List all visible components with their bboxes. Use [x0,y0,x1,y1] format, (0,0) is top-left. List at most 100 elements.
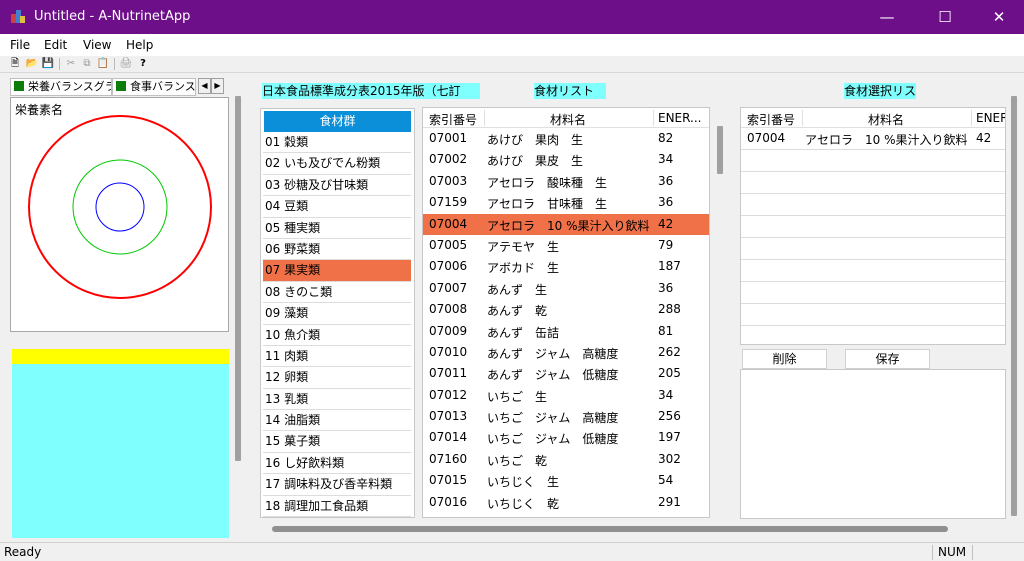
sel-column-index[interactable]: 索引番号 [747,111,795,128]
minimize-button[interactable]: — [864,0,910,34]
food-index-cell: 07006 [429,259,468,274]
food-energy-cell: 34 [658,152,674,167]
save-button[interactable]: 保存 [845,349,930,369]
status-bar: Ready NUM [0,542,1024,561]
food-group-item[interactable]: 08 きのこ類 [263,282,411,304]
column-index[interactable]: 索引番号 [429,111,477,128]
selection-row[interactable] [741,172,1005,194]
food-row[interactable]: 07010 あんず ジャム 高糖度 262 [423,342,709,363]
detail-panel [740,369,1006,519]
selection-row[interactable]: 07004 アセロラ 10 %果汁入り飲料 42 [741,128,1005,150]
food-index-cell: 07010 [429,344,468,359]
selection-row[interactable] [741,150,1005,172]
food-row[interactable]: 07006 アボカド 生 187 [423,256,709,277]
food-row[interactable]: 07011 あんず ジャム 低糖度 205 [423,363,709,384]
food-group-item[interactable]: 09 藻類 [263,303,411,325]
food-index-cell: 07159 [429,195,468,210]
food-group-item[interactable]: 06 野菜類 [263,239,411,261]
cut-icon[interactable]: ✂ [64,57,78,71]
selection-row[interactable] [741,260,1005,282]
food-index-cell: 07014 [429,430,468,445]
horizontal-scrollbar[interactable] [258,522,1008,536]
food-group-item[interactable]: 02 いも及びでん粉類 [263,153,411,175]
food-name-cell: アセロラ 10 %果汁入り飲料 [487,218,650,233]
tab-scroll-left-icon[interactable]: ◀ [198,78,211,94]
food-group-item[interactable]: 04 豆類 [263,196,411,218]
food-row[interactable]: 07159 アセロラ 甘味種 生 36 [423,192,709,213]
food-row[interactable]: 07005 アテモヤ 生 79 [423,235,709,256]
food-group-item[interactable]: 07 果実類 [263,260,411,282]
menu-file[interactable]: File [10,38,30,52]
food-index-cell: 07001 [429,131,468,145]
food-row[interactable]: 07015 いちじく 生 54 [423,470,709,491]
food-group-item[interactable]: 11 肉類 [263,346,411,368]
food-row[interactable]: 07160 いちご 乾 302 [423,449,709,470]
food-row[interactable]: 07004 アセロラ 10 %果汁入り飲料 42 [423,213,709,235]
column-energy[interactable]: ENER... [658,111,702,125]
food-list-scrollbar[interactable] [714,108,726,520]
sel-column-name[interactable]: 材料名 [868,111,904,128]
selection-row[interactable] [741,282,1005,304]
food-row[interactable]: 07017 いちじく 缶詰 81 [423,513,709,517]
num-lock-indicator: NUM [938,545,967,559]
food-group-item[interactable]: 03 砂糖及び甘味類 [263,175,411,197]
food-name-cell: いちじく 生 [487,475,560,490]
food-row[interactable]: 07012 いちご 生 34 [423,385,709,406]
food-group-list[interactable]: 食材群 01 穀類 02 いも及びでん粉類 03 砂糖及び甘味類 04 豆類 05 種実… [260,108,415,518]
selection-row[interactable] [741,304,1005,326]
food-list[interactable]: 索引番号 材料名 ENER... 07001 あけび 果肉 生 82 07002 あけび… [422,107,710,518]
food-index-cell: 07004 [429,216,468,231]
save-icon[interactable]: 💾 [41,57,55,71]
print-icon[interactable]: 🖨 [119,57,133,71]
tab-nutrition-balance-graph[interactable]: 栄養バランスグラフ [10,78,112,96]
food-group-item[interactable]: 15 菓子類 [263,431,411,453]
selection-row[interactable] [741,194,1005,216]
menu-help[interactable]: Help [126,38,153,52]
food-energy-cell: 36 [658,280,674,295]
food-name-cell: いちご ジャム 高糖度 [487,411,619,426]
food-group-item[interactable]: 14 油脂類 [263,410,411,432]
maximize-button[interactable]: ☐ [922,0,968,34]
food-row[interactable]: 07001 あけび 果肉 生 82 [423,128,709,149]
open-folder-icon[interactable]: 📂 [25,57,39,71]
delete-button[interactable]: 削除 [742,349,827,369]
food-index-cell: 07002 [429,152,468,167]
food-group-item[interactable]: 18 調理加工食品類 [263,496,411,517]
food-group-item[interactable]: 10 魚介類 [263,325,411,346]
left-scrollbar[interactable] [233,96,243,540]
menu-edit[interactable]: Edit [44,38,67,52]
food-name-cell: いちご ジャム 低糖度 [487,432,619,447]
selection-row[interactable] [741,238,1005,260]
food-group-item[interactable]: 05 種実類 [263,218,411,239]
copy-icon[interactable]: ⧉ [80,57,94,71]
food-group-item[interactable]: 17 調味料及び香辛料類 [263,474,411,496]
close-button[interactable]: ✕ [976,0,1022,34]
food-group-item[interactable]: 12 卵類 [263,367,411,389]
right-scrollbar[interactable] [1008,96,1020,520]
food-row[interactable]: 07003 アセロラ 酸味種 生 36 [423,171,709,192]
paste-icon[interactable]: 📋 [96,57,110,71]
food-row[interactable]: 07013 いちご ジャム 高糖度 256 [423,406,709,427]
food-row[interactable]: 07016 いちじく 乾 291 [423,492,709,513]
tab-scroll-right-icon[interactable]: ▶ [211,78,224,94]
help-icon[interactable]: ? [136,57,150,71]
yellow-bar [12,349,229,364]
food-row[interactable]: 07008 あんず 乾 288 [423,299,709,320]
food-row[interactable]: 07009 あんず 缶詰 81 [423,321,709,342]
new-file-icon[interactable]: 🗎 [8,57,22,71]
food-row[interactable]: 07014 いちご ジャム 低糖度 197 [423,427,709,448]
tab-meal-balance[interactable]: 食事バランスグ [112,78,196,96]
food-group-item[interactable]: 13 乳類 [263,389,411,411]
column-name[interactable]: 材料名 [550,111,586,128]
selection-list[interactable]: 索引番号 材料名 ENER 07004 アセロラ 10 %果汁入り飲料 42 [740,107,1006,345]
selection-row[interactable] [741,216,1005,238]
selection-row[interactable] [741,326,1005,344]
food-index-cell: 07011 [429,366,468,381]
food-group-item[interactable]: 01 穀類 [263,132,411,154]
food-row[interactable]: 07007 あんず 生 36 [423,278,709,299]
sel-column-energy[interactable]: ENER [976,111,1005,125]
food-group-item[interactable]: 16 し好飲料類 [263,453,411,475]
food-index-cell: 07003 [429,173,468,188]
food-row[interactable]: 07002 あけび 果皮 生 34 [423,149,709,170]
menu-view[interactable]: View [83,38,111,52]
